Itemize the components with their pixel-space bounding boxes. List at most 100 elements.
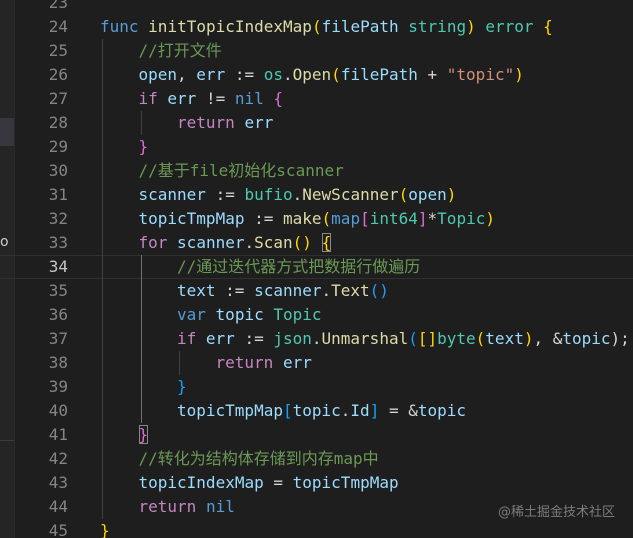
code-line[interactable]: 26 open, err := os.Open(filePath + "topic…: [0, 63, 633, 87]
code-token: //基于file初始化scanner: [138, 161, 344, 180]
code-token: //转化为结构体存储到内存map中: [138, 449, 379, 468]
code-line[interactable]: 24 func initTopicIndexMap(filePath string…: [0, 15, 633, 39]
line-code: return err: [177, 111, 273, 135]
code-line[interactable]: 38 return err: [0, 351, 633, 375]
line-number: 35: [48, 281, 68, 300]
line-code: //转化为结构体存储到内存map中: [139, 447, 379, 471]
code-line[interactable]: 45}: [0, 519, 633, 538]
code-token: err: [205, 329, 235, 348]
code-token: err: [196, 65, 226, 84]
code-line[interactable]: 31 scanner := bufio.NewScanner(open): [0, 183, 633, 207]
code-token: ]: [369, 401, 380, 420]
code-token: return: [215, 353, 274, 372]
line-number: 29: [48, 137, 68, 156]
code-token: make: [283, 209, 322, 228]
code-line[interactable]: 30 //基于file初始化scanner: [0, 159, 633, 183]
line-code: }: [177, 375, 187, 399]
code-line[interactable]: 37 if err := json.Unmarshal([]byte(text),…: [0, 327, 633, 351]
code-token: ): [446, 185, 457, 204]
code-line[interactable]: 23: [0, 0, 633, 15]
code-token: bufio: [244, 185, 293, 204]
code-line[interactable]: 43 topicIndexMap = topicTmpMap: [0, 471, 633, 495]
code-token: +: [417, 65, 447, 84]
code-token: if: [177, 329, 197, 348]
line-number: 33: [48, 233, 68, 252]
code-line[interactable]: 34 //通过迭代器方式把数据行做遍历: [0, 255, 633, 279]
code-token: NewScanner: [302, 185, 399, 204]
code-token: map: [331, 209, 361, 228]
code-line[interactable]: 39}: [0, 375, 633, 399]
code-line[interactable]: 33 for scanner.Scan() {: [0, 231, 633, 255]
code-token: error: [485, 17, 534, 36]
code-token: :=: [244, 209, 283, 228]
code-token: Text: [331, 281, 370, 300]
code-token: json: [273, 329, 312, 348]
code-editor[interactable]: o 23 24 func initTopicIndexMap(filePath st…: [0, 0, 633, 538]
code-token: filePath: [321, 17, 399, 36]
line-number: 28: [48, 113, 68, 132]
code-token: scanner: [254, 281, 322, 300]
code-token: ]: [417, 209, 428, 228]
line-code: func initTopicIndexMap(filePath string) …: [100, 15, 553, 39]
code-token: text: [485, 329, 524, 348]
line-number: 34: [48, 257, 68, 276]
code-line[interactable]: 35 text := scanner.Text(): [0, 279, 633, 303]
code-token: nil: [205, 497, 235, 516]
line-code: //基于file初始化scanner: [139, 159, 344, 183]
code-line[interactable]: 41}: [0, 423, 633, 447]
watermark: @稀土掘金技术社区: [497, 505, 615, 520]
code-token: []: [417, 329, 438, 348]
line-code: //打开文件: [139, 39, 222, 63]
code-token: initTopicIndexMap: [148, 17, 312, 36]
code-token: Id: [350, 401, 370, 420]
code-token: [: [360, 209, 370, 228]
code-token: ): [485, 209, 495, 228]
code-token: topicTmpMap: [138, 209, 245, 228]
line-number: 42: [48, 449, 68, 468]
code-token: .: [283, 65, 293, 84]
code-token: :=: [234, 329, 274, 348]
code-token: filePath: [340, 65, 418, 84]
code-token: byte: [437, 329, 476, 348]
code-line[interactable]: 29}: [0, 135, 633, 159]
code-token: err: [167, 89, 197, 108]
line-code: topicTmpMap[topic.Id] = &topic: [177, 399, 466, 423]
code-token: (: [398, 185, 409, 204]
code-token: topic: [215, 305, 264, 324]
code-token: return: [177, 113, 235, 132]
code-token: string: [408, 17, 467, 36]
code-token: func: [100, 17, 139, 36]
code-token: if: [138, 89, 158, 108]
code-token: topic: [417, 401, 467, 420]
code-line[interactable]: 27 if err != nil {: [0, 87, 633, 111]
code-line[interactable]: 28 return err: [0, 111, 633, 135]
code-line[interactable]: 32 topicTmpMap := make(map[int64]*Topic): [0, 207, 633, 231]
line-code: if err := json.Unmarshal([]byte(text), &…: [177, 327, 630, 351]
code-line[interactable]: 40 topicTmpMap[topic.Id] = &topic: [0, 399, 633, 423]
code-token: }: [138, 425, 149, 444]
code-token: {: [321, 233, 332, 252]
code-line[interactable]: 36 var topic Topic: [0, 303, 633, 327]
code-token: var: [177, 305, 206, 324]
code-line[interactable]: 25 //打开文件: [0, 39, 633, 63]
line-code: }: [100, 519, 110, 538]
line-number: 43: [48, 473, 68, 492]
code-token: //打开文件: [138, 41, 222, 60]
code-token: [: [282, 401, 293, 420]
line-number: 45: [48, 521, 68, 538]
code-token: .: [244, 233, 255, 252]
line-code: if err != nil {: [139, 87, 284, 111]
code-token: return: [138, 497, 197, 516]
code-line[interactable]: 42 //转化为结构体存储到内存map中: [0, 447, 633, 471]
line-number: 30: [48, 161, 68, 180]
indent-guide: [102, 39, 103, 519]
line-number: 23: [48, 0, 68, 12]
code-token: topic: [562, 329, 611, 348]
